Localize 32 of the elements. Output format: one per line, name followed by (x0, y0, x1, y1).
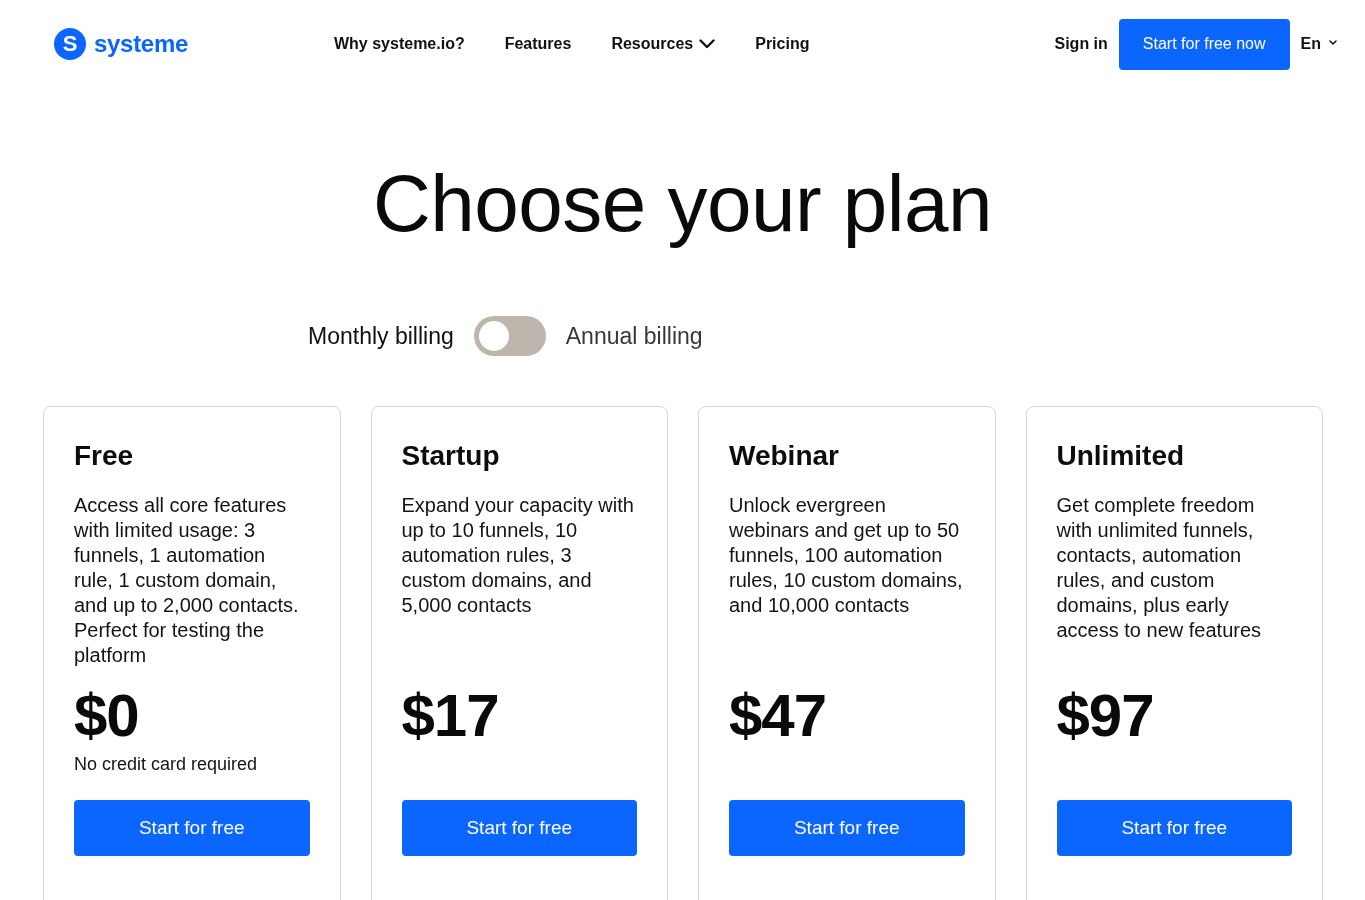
language-selector[interactable]: En (1300, 35, 1337, 53)
chevron-down-icon (699, 39, 716, 49)
plan-name: Webinar (729, 439, 840, 473)
plan-description: Get complete freedom with unlimited funnels, contacts, automation rules, and custom domains, plus early access to new features (1056, 493, 1263, 643)
plan-note: No credit card required (74, 753, 259, 776)
nav-dropdown[interactable]: Resources (611, 35, 716, 53)
monthly-billing-label: Monthly billing (308, 322, 454, 350)
plan-name: Unlimited (1056, 439, 1186, 473)
plan-name: Startup (401, 439, 501, 473)
chevron-down-icon (1329, 39, 1337, 45)
plan-description: Expand your capacity with up to 10 funnels, 10 automation rules, 3 custom domains, and 5,000 contacts (401, 493, 635, 618)
billing-toggle[interactable] (473, 316, 546, 356)
logo-wordmark[interactable]: systeme (94, 30, 188, 58)
plan-price: $47 (729, 681, 828, 751)
plan-description: Access all core features with limited usage: 3 funnels, 1 automation rule, 1 custom domain, and up to 2,000 contacts. Perfect for testing the platform (74, 493, 300, 668)
nav-link[interactable]: Features (504, 35, 572, 53)
plan-description: Unlock evergreen webinars and get up to 50 funnels, 100 automation rules, 10 custom domains, and 10,000 contacts (729, 493, 964, 618)
start-for-free-button[interactable]: Start for free (401, 800, 637, 856)
plan-price: $17 (401, 681, 500, 751)
page-title: Choose your plan (372, 158, 993, 250)
sign-in-link[interactable]: Sign in (1054, 35, 1108, 53)
annual-billing-label: Annual billing (565, 322, 703, 350)
plan-price: $0 (74, 681, 140, 751)
nav-link[interactable]: Pricing (755, 35, 810, 53)
start-for-free-button[interactable]: Start for free (1056, 800, 1292, 856)
start-for-free-button[interactable]: Start for free (74, 800, 310, 856)
start-for-free-button[interactable]: Start for free (729, 800, 965, 856)
plan-price: $97 (1056, 681, 1155, 751)
start-for-free-now-button[interactable]: Start for free now (1118, 18, 1290, 70)
nav-link[interactable]: Why systeme.io? (334, 35, 465, 53)
logo-icon[interactable]: S (54, 28, 86, 60)
plan-name: Free (74, 439, 135, 473)
